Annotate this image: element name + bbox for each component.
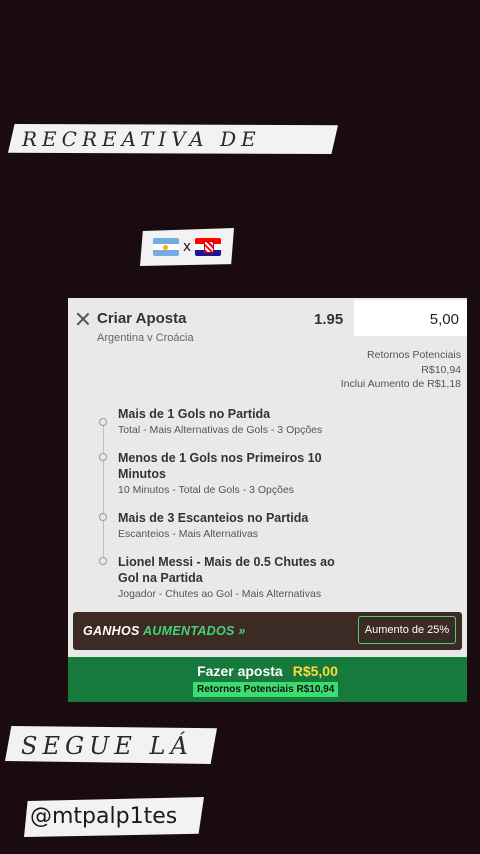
selection-item[interactable]: Lionel Messi - Mais de 0.5 Chutes ao Gol…	[118, 554, 358, 600]
timeline-node	[99, 453, 107, 461]
bet-slip-card: Criar Aposta Argentina v Croácia 1.95 5,…	[68, 298, 467, 702]
boost-percent-badge: Aumento de 25%	[358, 616, 456, 644]
potential-returns: Retornos Potenciais R$10,94 Inclui Aumen…	[341, 348, 461, 392]
place-bet-label: Fazer aposta R$5,00	[68, 663, 467, 679]
bottom-banner: SEGUE LÁ	[5, 726, 217, 764]
double-chevron-icon: »	[238, 624, 246, 638]
boost-bar: GANHOS AUMENTADOS » Aumento de 25%	[73, 612, 462, 650]
selection-subtitle: Total - Mais Alternativas de Gols - 3 Op…	[118, 424, 323, 436]
selection-item[interactable]: Mais de 1 Gols no Partida Total - Mais A…	[118, 406, 358, 436]
selection-title: Lionel Messi - Mais de 0.5 Chutes ao Gol…	[118, 555, 335, 585]
close-icon[interactable]	[76, 312, 90, 326]
selection-timeline	[103, 422, 104, 562]
boost-label: GANHOS AUMENTADOS »	[83, 624, 246, 638]
place-bet-text: Fazer aposta	[197, 663, 283, 679]
selection-item[interactable]: Menos de 1 Gols nos Primeiros 10 Minutos…	[118, 450, 358, 496]
selection-title: Menos de 1 Gols nos Primeiros 10 Minutos	[118, 451, 322, 481]
selection-subtitle: 10 Minutos - Total de Gols - 3 Opções	[118, 484, 295, 496]
match-name: Argentina v Croácia	[97, 332, 194, 344]
timeline-node	[99, 513, 107, 521]
stake-input[interactable]: 5,00	[354, 300, 467, 336]
boost-note: Inclui Aumento de R$1,18	[340, 378, 461, 390]
boost-label-ganhos: GANHOS	[83, 624, 140, 638]
versus-label: x	[182, 239, 192, 255]
argentina-flag-icon	[152, 238, 179, 256]
place-bet-amount: R$5,00	[292, 663, 338, 679]
selection-title: Mais de 3 Escanteios no Partida	[118, 511, 309, 525]
selection-subtitle: Jogador - Chutes ao Gol - Mais Alternati…	[118, 588, 322, 600]
selection-item[interactable]: Mais de 3 Escanteios no Partida Escantei…	[118, 510, 358, 540]
bet-slip-title: Criar Aposta	[97, 310, 187, 327]
instagram-handle[interactable]: @mtpalp1tes	[24, 797, 204, 837]
match-flags: x	[140, 228, 234, 266]
place-bet-button[interactable]: Fazer aposta R$5,00 Retornos Potenciais R…	[68, 657, 467, 702]
odds-value: 1.95	[314, 311, 344, 328]
returns-label: Retornos Potenciais	[367, 349, 461, 361]
croatia-flag-icon	[195, 238, 222, 256]
top-banner: RECREATIVA DE HOJE	[8, 124, 338, 154]
selection-subtitle: Escanteios - Mais Alternativas	[118, 528, 259, 540]
place-bet-returns: Retornos Potenciais R$10,94	[193, 682, 339, 697]
selection-title: Mais de 1 Gols no Partida	[118, 407, 271, 421]
timeline-node	[99, 557, 107, 565]
returns-value: R$10,94	[421, 363, 461, 376]
timeline-node	[99, 418, 107, 426]
boost-label-aumentados: AUMENTADOS	[142, 624, 235, 638]
